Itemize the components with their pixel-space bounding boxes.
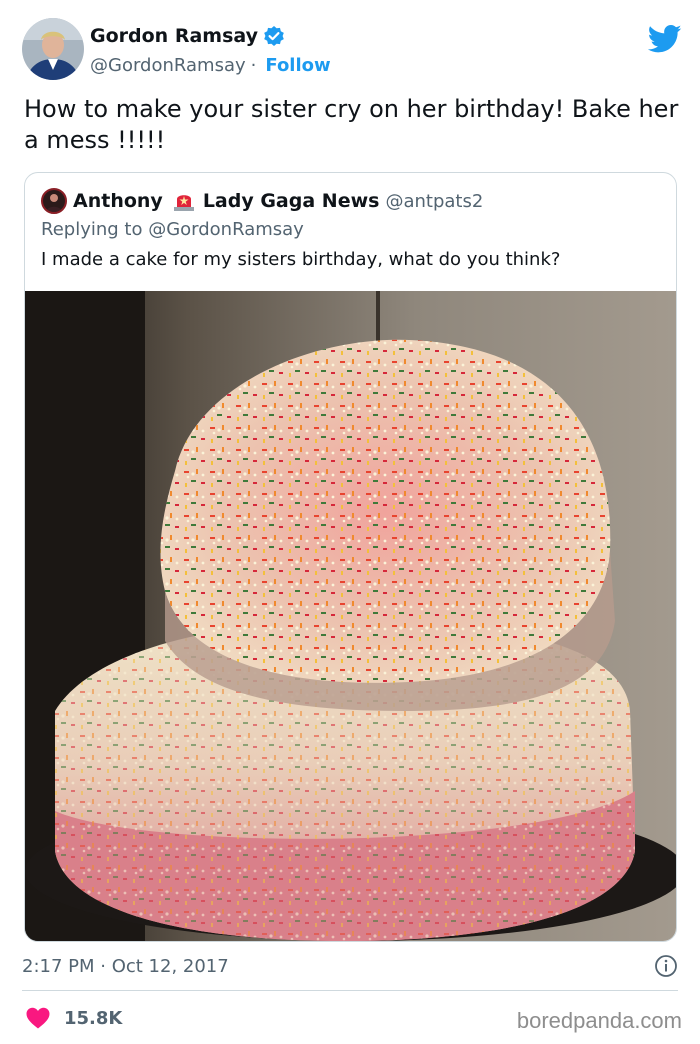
tweet-text: How to make your sister cry on her birth… bbox=[24, 95, 679, 154]
watermark: boredpanda.com bbox=[516, 1008, 682, 1033]
handle-row: @GordonRamsay · Follow bbox=[90, 52, 331, 78]
person-photo-avatar bbox=[22, 18, 84, 80]
quoted-handle[interactable]: @antpats2 bbox=[385, 191, 483, 212]
quoted-name-part2[interactable]: Lady Gaga News bbox=[203, 190, 380, 212]
police-siren-icon bbox=[173, 190, 195, 212]
verified-badge-icon bbox=[263, 25, 285, 47]
tweet-header: Gordon Ramsay @GordonRamsay · Follow bbox=[22, 18, 682, 82]
quoted-tweet-text: I made a cake for my sisters birthday, w… bbox=[41, 249, 561, 270]
quoted-avatar bbox=[41, 188, 67, 214]
quoted-tweet[interactable]: Anthony Lady Gaga News @antpats2 Replyin… bbox=[24, 172, 677, 942]
messy-birthday-cake-photo[interactable] bbox=[25, 291, 676, 941]
heart-icon[interactable] bbox=[26, 1007, 50, 1029]
separator-dot: · bbox=[250, 54, 257, 76]
divider bbox=[22, 990, 678, 991]
quoted-tweet-header: Anthony Lady Gaga News @antpats2 bbox=[41, 187, 483, 215]
twitter-bird-icon[interactable] bbox=[647, 24, 682, 54]
tweet-meta: 2:17 PM · Oct 12, 2017 bbox=[22, 952, 678, 980]
author-block: Gordon Ramsay @GordonRamsay · Follow bbox=[90, 22, 331, 78]
author-display-name[interactable]: Gordon Ramsay bbox=[90, 25, 258, 47]
timestamp[interactable]: 2:17 PM · Oct 12, 2017 bbox=[22, 956, 229, 977]
avatar[interactable] bbox=[22, 18, 84, 80]
author-handle[interactable]: @GordonRamsay bbox=[90, 55, 246, 76]
name-row: Gordon Ramsay bbox=[90, 22, 331, 50]
quoted-name-part1[interactable]: Anthony bbox=[73, 190, 163, 212]
tweet-card: Gordon Ramsay @GordonRamsay · Follow How… bbox=[0, 0, 700, 1044]
replying-to: Replying to @GordonRamsay bbox=[41, 219, 304, 240]
follow-button[interactable]: Follow bbox=[265, 55, 330, 76]
like-count: 15.8K bbox=[64, 1007, 123, 1029]
like-row[interactable]: 15.8K bbox=[26, 1004, 122, 1032]
info-icon[interactable] bbox=[654, 954, 678, 978]
